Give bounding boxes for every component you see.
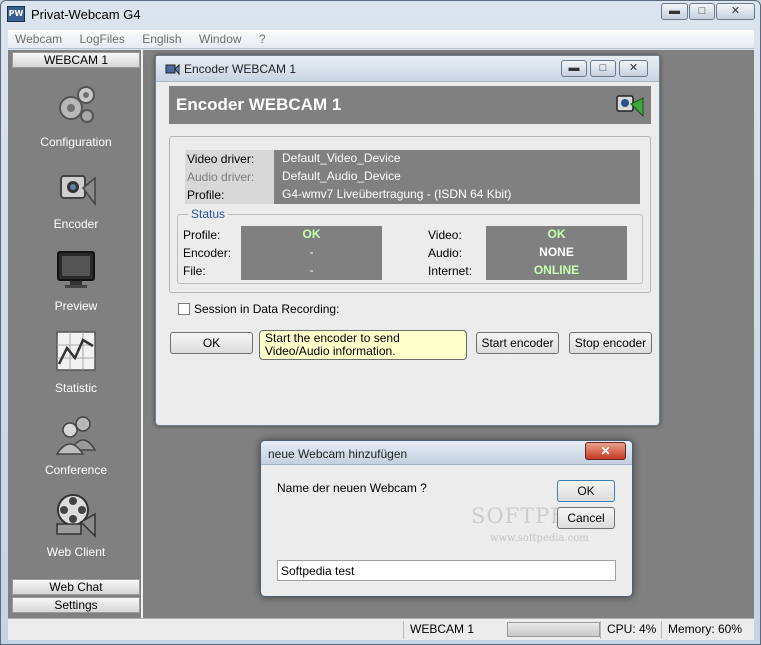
status-row-file: File: -: [183, 262, 383, 280]
dialog-close-button[interactable]: ✕: [585, 442, 626, 460]
sidebar-item-encoder[interactable]: Encoder: [12, 164, 140, 246]
camera-play-icon: [616, 95, 644, 118]
sidebar-item-conference[interactable]: Conference: [12, 410, 140, 492]
audio-driver-value: Default_Audio_Device: [274, 168, 640, 186]
camera-icon: [165, 63, 180, 76]
status-left-table: Profile: OK Encoder: - File: -: [183, 226, 383, 280]
session-recording-row[interactable]: Session in Data Recording:: [178, 302, 339, 316]
encoder-tooltip: Start the encoder to send Video/Audio in…: [259, 330, 467, 360]
status-video-label: Video:: [428, 228, 462, 242]
dialog-title: neue Webcam hinzufügen: [268, 447, 408, 461]
window-title: Privat-Webcam G4: [31, 7, 141, 22]
status-progress-bar: [507, 622, 600, 637]
sidebar-item-label: Encoder: [53, 217, 99, 231]
status-right-table: Video: OK Audio: NONE Internet: ONLINE: [428, 226, 638, 280]
status-legend: Status: [188, 207, 229, 221]
status-video-value: OK: [486, 226, 627, 244]
sidebar-item-label: Web Client: [46, 545, 106, 559]
info-row-profile: Profile: G4-wmv7 Liveübertragung - (ISDN…: [185, 186, 640, 204]
close-button[interactable]: ✕: [716, 3, 755, 20]
info-row-video-driver: Video driver: Default_Video_Device: [185, 150, 640, 168]
audio-driver-label: Audio driver:: [185, 168, 274, 186]
title-bar: PW Privat-Webcam G4 ▬ □ ✕: [1, 1, 760, 29]
encoder-info-panel: Video driver: Default_Video_Device Audio…: [169, 136, 651, 293]
status-group: Status Profile: OK Encoder: - File: - Vi…: [177, 207, 643, 284]
status-memory: Memory: 60%: [661, 621, 749, 639]
status-encoder-value: -: [241, 244, 382, 262]
status-internet-label: Internet:: [428, 264, 473, 278]
sidebar-item-web-client[interactable]: Web Client: [12, 492, 140, 574]
status-file-label: File:: [183, 264, 206, 278]
webcam-name-input[interactable]: [277, 560, 616, 581]
gears-icon: [59, 86, 95, 123]
sidebar-item-label: Conference: [44, 463, 108, 477]
sidebar-item-label: Preview: [54, 299, 98, 313]
film-reel-icon: [56, 494, 96, 538]
menu-webcam[interactable]: Webcam: [8, 30, 69, 46]
profile-label: Profile:: [185, 186, 274, 204]
softpedia-watermark-url: www.softpedia.com: [490, 533, 589, 544]
encoder-window-title: Encoder WEBCAM 1: [184, 62, 297, 76]
sidebar-item-label: Statistic: [54, 381, 97, 395]
status-row-internet: Internet: ONLINE: [428, 262, 638, 280]
status-encoder-label: Encoder:: [183, 246, 232, 260]
encoder-minimize-button[interactable]: ▬: [561, 60, 587, 77]
menu-bar: Webcam LogFiles English Window ?: [8, 30, 754, 49]
session-recording-checkbox[interactable]: [178, 303, 190, 315]
start-encoder-button[interactable]: Start encoder: [476, 332, 559, 354]
video-driver-label: Video driver:: [185, 150, 274, 168]
app-icon: PW: [7, 6, 25, 22]
encoder-maximize-button[interactable]: □: [590, 60, 616, 77]
sidebar-item-label: Configuration: [40, 135, 112, 149]
status-row-encoder: Encoder: -: [183, 244, 383, 262]
encoder-title-bar: Encoder WEBCAM 1 ▬ □ ✕: [156, 56, 659, 82]
stop-encoder-button[interactable]: Stop encoder: [569, 332, 652, 354]
status-audio-value: NONE: [486, 244, 627, 262]
menu-logfiles[interactable]: LogFiles: [72, 30, 131, 46]
profile-value: G4-wmv7 Liveübertragung - (ISDN 64 Kbit): [274, 186, 640, 204]
sidebar-item-statistic[interactable]: Statistic: [12, 328, 140, 410]
chart-icon: [56, 331, 96, 371]
encoder-header-title: Encoder WEBCAM 1: [176, 95, 342, 114]
sidebar-item-preview[interactable]: Preview: [12, 246, 140, 328]
sidebar-tab-web-chat[interactable]: Web Chat: [12, 579, 140, 595]
main-window: PW Privat-Webcam G4 ▬ □ ✕ Webcam LogFile…: [0, 0, 761, 645]
camera-icon: [60, 175, 96, 207]
menu-help[interactable]: ?: [252, 30, 273, 46]
sidebar-tab-webcam1[interactable]: WEBCAM 1: [12, 52, 140, 68]
add-webcam-dialog: neue Webcam hinzufügen ✕ SOFTPEDIA www.s…: [260, 440, 633, 597]
people-icon: [55, 416, 97, 455]
dialog-question: Name der neuen Webcam ?: [277, 481, 427, 495]
status-cpu: CPU: 4%: [600, 621, 660, 639]
status-row-video: Video: OK: [428, 226, 638, 244]
sidebar-item-configuration[interactable]: Configuration: [12, 82, 140, 164]
status-audio-label: Audio:: [428, 246, 463, 260]
status-webcam: WEBCAM 1: [403, 621, 503, 639]
dialog-ok-button[interactable]: OK: [557, 480, 615, 502]
status-internet-value: ONLINE: [486, 262, 627, 280]
menu-english[interactable]: English: [135, 30, 188, 46]
encoder-close-button[interactable]: ✕: [619, 60, 648, 77]
session-recording-label: Session in Data Recording:: [194, 302, 340, 316]
dialog-title-bar: neue Webcam hinzufügen ✕: [261, 441, 632, 465]
status-file-value: -: [241, 262, 382, 280]
sidebar-tab-settings[interactable]: Settings: [12, 597, 140, 613]
video-driver-value: Default_Video_Device: [274, 150, 640, 168]
minimize-button[interactable]: ▬: [661, 3, 688, 20]
driver-info-table: Video driver: Default_Video_Device Audio…: [185, 150, 640, 204]
maximize-button[interactable]: □: [689, 3, 715, 20]
status-row-profile: Profile: OK: [183, 226, 383, 244]
menu-window[interactable]: Window: [192, 30, 249, 46]
sidebar: WEBCAM 1 Configuration Encoder Preview S…: [8, 50, 143, 618]
dialog-cancel-button[interactable]: Cancel: [557, 507, 615, 529]
status-row-audio: Audio: NONE: [428, 244, 638, 262]
encoder-window: Encoder WEBCAM 1 ▬ □ ✕ Encoder WEBCAM 1 …: [155, 55, 660, 426]
info-row-audio-driver: Audio driver: Default_Audio_Device: [185, 168, 640, 186]
monitor-icon: [57, 251, 95, 288]
status-profile-value: OK: [241, 226, 382, 244]
status-profile-label: Profile:: [183, 228, 221, 242]
encoder-ok-button[interactable]: OK: [170, 332, 253, 354]
encoder-header: Encoder WEBCAM 1: [169, 86, 651, 124]
status-bar: WEBCAM 1 CPU: 4% Memory: 60%: [8, 618, 754, 640]
